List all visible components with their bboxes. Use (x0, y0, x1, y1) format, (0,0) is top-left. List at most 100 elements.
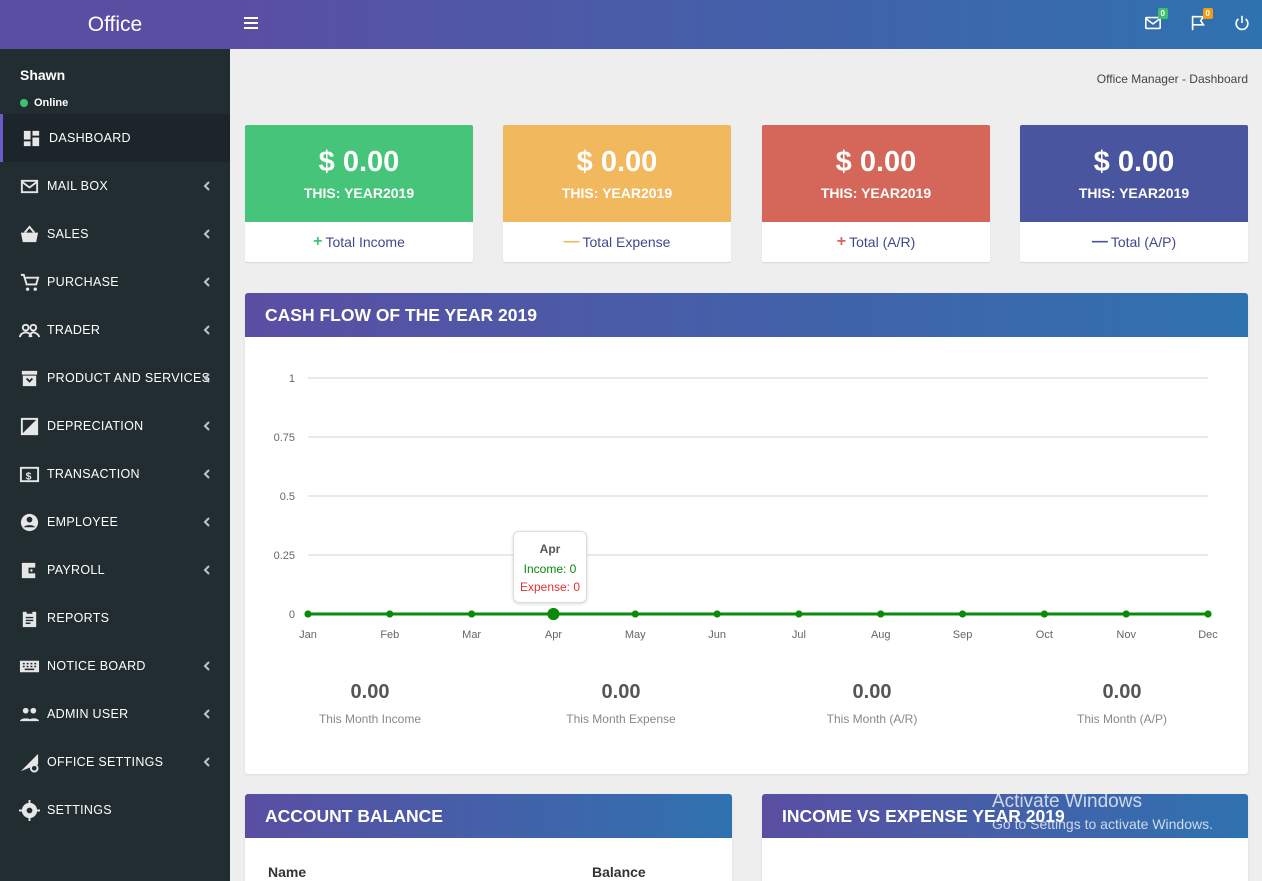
sidebar-item-dashboard[interactable]: DASHBOARD (0, 114, 230, 162)
month-stat-label: This Month Income (318, 712, 422, 726)
depreciation-icon (18, 415, 40, 437)
mail-notification-button[interactable]: 0 (1144, 8, 1168, 34)
sidebar-item-label: PURCHASE (47, 275, 119, 289)
chevron-left-icon (202, 515, 212, 530)
summary-card-symbol-icon: — (563, 233, 580, 250)
clipboard-icon (18, 607, 40, 629)
brand-logo[interactable]: Office (0, 0, 230, 49)
data-point-income (1040, 610, 1048, 618)
basket-icon (18, 223, 40, 245)
summary-card[interactable]: $ 0.00 THIS: YEAR2019 + Total (A/R) (762, 125, 990, 262)
summary-card-footer[interactable]: — Total (A/P) (1020, 222, 1248, 262)
sidebar-item-mail-box[interactable]: MAIL BOX (0, 162, 230, 210)
x-tick-label: May (625, 629, 646, 641)
sidebar-item-label: TRANSACTION (47, 467, 140, 481)
chevron-left-icon (202, 467, 212, 482)
keyboard-icon (18, 655, 40, 677)
summary-card-footer[interactable]: + Total Income (245, 222, 473, 262)
sidebar-item-label: DEPRECIATION (47, 419, 144, 433)
summary-card-symbol-icon: — (1091, 233, 1108, 250)
summary-card-amount: $ 0.00 (318, 146, 400, 178)
summary-card-amount: $ 0.00 (576, 146, 658, 178)
x-tick-label: Dec (1198, 629, 1218, 641)
group-icon (18, 703, 40, 725)
x-tick-label: Jun (708, 629, 726, 641)
sidebar-item-depreciation[interactable]: DEPRECIATION (0, 402, 230, 450)
sidebar-item-label: TRADER (47, 323, 101, 337)
y-tick-label: 1 (289, 373, 295, 385)
x-tick-label: Feb (380, 629, 399, 641)
column-header-balance[interactable]: Balance (592, 864, 646, 880)
summary-card[interactable]: $ 0.00 THIS: YEAR2019 + Total Income (245, 125, 473, 262)
sidebar-item-sales[interactable]: SALES (0, 210, 230, 258)
sidebar-item-payroll[interactable]: PAYROLL (0, 546, 230, 594)
sidebar-item-transaction[interactable]: $ TRANSACTION (0, 450, 230, 498)
summary-card-amount: $ 0.00 (1093, 146, 1175, 178)
y-tick-label: 0.75 (274, 432, 295, 444)
power-button[interactable] (1233, 14, 1253, 34)
column-header-name[interactable]: Name (268, 864, 306, 880)
sidebar-item-office-settings[interactable]: OFFICE SETTINGS (0, 738, 230, 786)
chevron-left-icon (202, 659, 212, 674)
summary-card-period: THIS: YEAR2019 (820, 185, 932, 201)
summary-card[interactable]: $ 0.00 THIS: YEAR2019 — Total Expense (503, 125, 731, 262)
sidebar-item-settings[interactable]: SETTINGS (0, 786, 230, 834)
data-point-income (386, 610, 394, 618)
sidebar-item-label: PAYROLL (47, 563, 105, 577)
sidebar-item-label: NOTICE BOARD (47, 659, 146, 673)
data-point-income (795, 610, 803, 618)
hamburger-menu-icon[interactable] (244, 17, 258, 31)
sidebar-item-notice-board[interactable]: NOTICE BOARD (0, 642, 230, 690)
mail-icon (18, 175, 40, 197)
sidebar-item-reports[interactable]: REPORTS (0, 594, 230, 642)
month-stat: 0.00 This Month Expense (496, 681, 746, 726)
sidebar-item-employee[interactable]: EMPLOYEE (0, 498, 230, 546)
account-icon (18, 511, 40, 533)
tooltip-expense: Expense: 0 (519, 580, 581, 594)
watermark-line1: Activate Windows (992, 791, 1142, 812)
summary-card-header: $ 0.00 THIS: YEAR2019 (245, 125, 473, 222)
x-tick-label: Jul (792, 629, 806, 641)
people-icon (18, 319, 40, 341)
cashflow-title: CASH FLOW OF THE YEAR 2019 (245, 293, 1248, 337)
data-point-income (1122, 610, 1130, 618)
mail-count-badge: 0 (1157, 8, 1168, 19)
summary-card[interactable]: $ 0.00 THIS: YEAR2019 — Total (A/P) (1020, 125, 1248, 262)
month-stat: 0.00 This Month Income (245, 681, 495, 726)
flag-count-badge: 0 (1202, 8, 1213, 19)
summary-card-header: $ 0.00 THIS: YEAR2019 (1020, 125, 1248, 222)
sidebar-item-label: OFFICE SETTINGS (47, 755, 164, 769)
sidebar-item-product-and-services[interactable]: PRODUCT AND SERVICES (0, 354, 230, 402)
sidebar-item-admin-user[interactable]: ADMIN USER (0, 690, 230, 738)
svg-text:$: $ (25, 470, 31, 482)
data-point-income (547, 608, 560, 620)
data-point-income (713, 610, 721, 618)
chevron-left-icon (202, 275, 212, 290)
power-icon (1235, 15, 1249, 31)
flag-notification-button[interactable]: 0 (1189, 8, 1213, 34)
chevron-left-icon (202, 179, 212, 194)
x-tick-label: Apr (545, 629, 562, 641)
month-stat: 0.00 This Month (A/P) (997, 681, 1247, 726)
sidebar-item-purchase[interactable]: PURCHASE (0, 258, 230, 306)
sidebar-item-label: MAIL BOX (47, 179, 108, 193)
cashflow-chart: 0 0.25 0.5 0.75 1 Jan Feb Mar Apr May Jun Jul Aug Sep… (274, 373, 1219, 641)
x-tick-label: Aug (871, 629, 891, 641)
chevron-left-icon (202, 563, 212, 578)
sidebar-item-label: SALES (47, 227, 89, 241)
gear-icon (18, 799, 40, 821)
summary-card-footer[interactable]: + Total (A/R) (762, 222, 990, 262)
summary-card-symbol-icon: + (836, 233, 847, 250)
chevron-left-icon (202, 371, 212, 386)
summary-card-label: Total (A/P) (1110, 234, 1177, 250)
tooltip-income: Income: 0 (523, 562, 577, 576)
summary-card-period: THIS: YEAR2019 (561, 185, 673, 201)
wallet-icon (18, 559, 40, 581)
summary-card-footer[interactable]: — Total Expense (503, 222, 731, 262)
account-balance-panel: ACCOUNT BALANCE Name Balance (245, 794, 732, 881)
archive-icon (18, 367, 40, 389)
sidebar-item-label: EMPLOYEE (47, 515, 119, 529)
x-tick-label: Nov (1116, 629, 1136, 641)
sidebar-item-trader[interactable]: TRADER (0, 306, 230, 354)
online-dot-icon (20, 99, 28, 107)
